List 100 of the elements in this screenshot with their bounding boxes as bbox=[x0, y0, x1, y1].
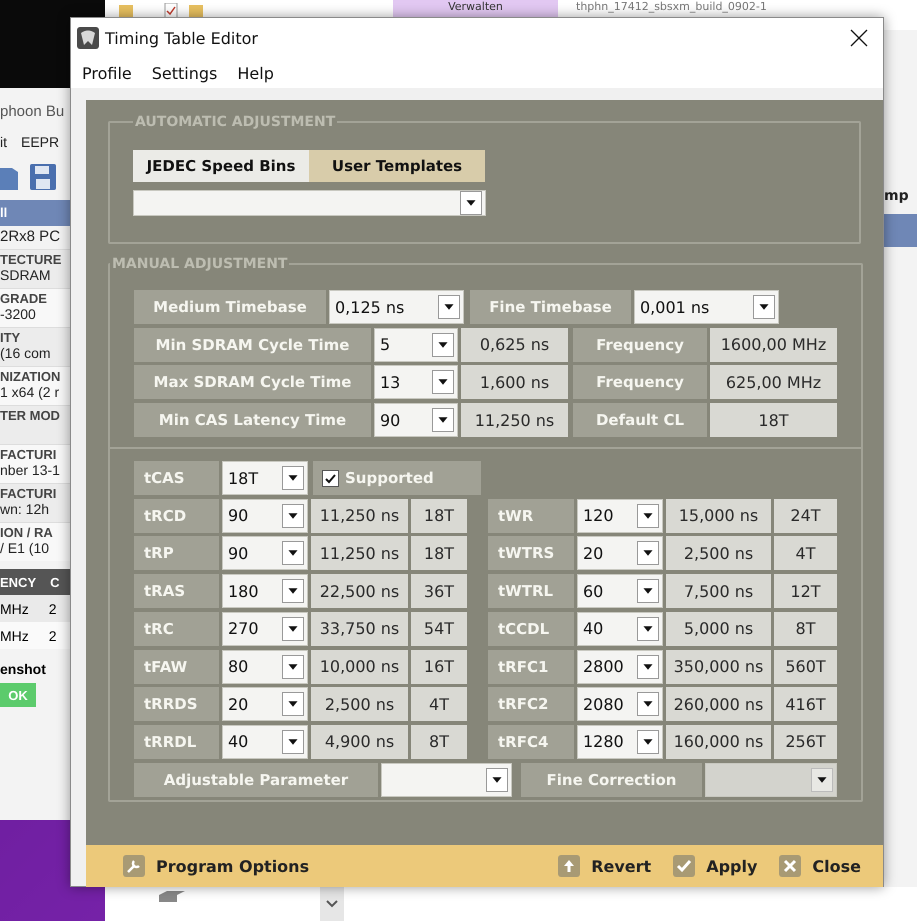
dropdown[interactable]: 2800 bbox=[577, 650, 663, 684]
value-display: 36T bbox=[411, 574, 467, 608]
value-display: 22,500 ns bbox=[311, 574, 408, 608]
field-value: -3200 bbox=[0, 306, 37, 324]
dropdown[interactable]: 40 bbox=[577, 612, 663, 646]
checkbox[interactable] bbox=[322, 470, 339, 487]
value-display: 2,500 ns bbox=[311, 687, 408, 722]
dropdown[interactable] bbox=[381, 762, 512, 797]
field-label: tRFC2 bbox=[488, 687, 574, 722]
window-title: thphn_17412_sbsxm_build_0902-1 bbox=[576, 0, 767, 14]
close-button[interactable]: Close bbox=[779, 855, 861, 877]
program-options-button[interactable]: Program Options bbox=[123, 855, 310, 877]
dropdown[interactable]: 80 bbox=[222, 650, 308, 684]
value-display: 256T bbox=[774, 724, 837, 759]
field-label: tRAS bbox=[134, 574, 219, 608]
field-label: tRFC1 bbox=[488, 650, 574, 684]
value-display: 11,250 ns bbox=[311, 536, 408, 570]
field-value: nber 13-1 bbox=[0, 462, 61, 480]
dropdown[interactable]: 0,001 ns bbox=[634, 290, 779, 324]
dropdown[interactable]: 2080 bbox=[577, 687, 663, 722]
field-label: tWTRL bbox=[488, 574, 574, 608]
menu-item[interactable]: it bbox=[0, 134, 7, 150]
value-display: 15,000 ns bbox=[666, 498, 771, 533]
value-display: 1,600 ns bbox=[461, 365, 568, 400]
value-display: 8T bbox=[411, 724, 467, 759]
value-display: 5,000 ns bbox=[666, 612, 771, 646]
dropdown[interactable]: 180 bbox=[222, 574, 308, 608]
field-label: tRFC4 bbox=[488, 724, 574, 759]
document-check-icon[interactable] bbox=[163, 3, 179, 19]
field-label: ION / RA bbox=[0, 525, 54, 540]
dropdown[interactable]: 20 bbox=[222, 687, 308, 722]
dropdown[interactable]: 90 bbox=[374, 403, 458, 438]
value-display: 625,00 MHz bbox=[710, 365, 837, 400]
field-label: tRCD bbox=[134, 498, 219, 533]
field-label: TER MOD bbox=[0, 408, 61, 423]
field-label: Min SDRAM Cycle Time bbox=[134, 328, 371, 362]
field-label: tRP bbox=[134, 536, 219, 570]
value-display: 4T bbox=[411, 687, 467, 722]
value-display: 560T bbox=[774, 650, 837, 684]
column-header: C bbox=[50, 574, 60, 590]
window-title: Timing Table Editor bbox=[105, 28, 259, 48]
dropdown[interactable]: 90 bbox=[222, 536, 308, 570]
field-label: Medium Timebase bbox=[134, 290, 326, 324]
tab[interactable]: JEDEC Speed Bins bbox=[133, 150, 309, 182]
value-display: 12T bbox=[774, 574, 837, 608]
close-icon bbox=[779, 855, 802, 877]
field-label: GRADE bbox=[0, 291, 48, 306]
app-icon bbox=[77, 27, 99, 49]
tab[interactable]: User Templates bbox=[309, 150, 485, 182]
dropdown[interactable]: 40 bbox=[222, 724, 308, 759]
value-display: 18T bbox=[411, 536, 467, 570]
field-label: tCAS bbox=[134, 461, 219, 496]
table-cell: MHz bbox=[0, 600, 29, 616]
save-icon[interactable] bbox=[30, 164, 56, 190]
menu-item[interactable]: Profile bbox=[82, 64, 132, 82]
field-label: Frequency bbox=[573, 328, 707, 362]
group-title: MANUAL ADJUSTMENT bbox=[111, 256, 288, 272]
value-display: 260,000 ns bbox=[666, 687, 771, 722]
field-label: FACTURI bbox=[0, 447, 58, 462]
field-label: tRRDL bbox=[134, 724, 219, 759]
menu-item[interactable]: EEPR bbox=[21, 134, 60, 150]
group-title: AUTOMATIC ADJUSTMENT bbox=[134, 114, 336, 130]
table-cell: 2 bbox=[48, 628, 57, 644]
wrench-icon bbox=[123, 855, 145, 877]
field-label: tCCDL bbox=[488, 612, 574, 646]
dropdown[interactable]: 5 bbox=[374, 328, 458, 362]
value-display: 7,500 ns bbox=[666, 574, 771, 608]
value-display: 18T bbox=[411, 498, 467, 533]
value-display: 10,000 ns bbox=[311, 650, 408, 684]
field-label: FACTURI bbox=[0, 486, 58, 501]
field-label: tFAW bbox=[134, 650, 219, 684]
dropdown[interactable]: 20 bbox=[577, 536, 663, 570]
field-label: tWR bbox=[488, 498, 574, 533]
value-display: 54T bbox=[411, 612, 467, 646]
tab[interactable]: ll bbox=[0, 200, 70, 226]
value-display: 160,000 ns bbox=[666, 724, 771, 759]
checkmark-icon bbox=[324, 472, 337, 485]
value-display: 8T bbox=[774, 612, 837, 646]
table-cell: MHz bbox=[0, 628, 29, 644]
dropdown[interactable]: 13 bbox=[374, 365, 458, 400]
dropdown[interactable]: 90 bbox=[222, 498, 308, 533]
revert-button[interactable]: Revert bbox=[558, 855, 652, 877]
apply-button[interactable]: Apply bbox=[673, 855, 758, 877]
value-display: 11,250 ns bbox=[461, 403, 568, 438]
dropdown[interactable]: 60 bbox=[577, 574, 663, 608]
value-display: 24T bbox=[774, 498, 837, 533]
chevron-down-icon[interactable] bbox=[325, 899, 339, 909]
dropdown[interactable]: 1280 bbox=[577, 724, 663, 759]
dropdown[interactable]: 18T bbox=[222, 461, 308, 496]
toolbar-label: mp bbox=[884, 188, 910, 204]
value-display: 11,250 ns bbox=[311, 498, 408, 533]
dropdown[interactable]: 0,125 ns bbox=[329, 290, 464, 324]
field-value: SDRAM bbox=[0, 267, 52, 285]
field-label: NIZATION bbox=[0, 369, 62, 384]
menu-item[interactable]: Help bbox=[237, 64, 274, 82]
column-header: ENCY bbox=[0, 574, 36, 590]
dropdown[interactable]: 120 bbox=[577, 498, 663, 533]
field-value: (16 com bbox=[0, 345, 52, 363]
dropdown[interactable]: 270 bbox=[222, 612, 308, 646]
menu-item[interactable]: Settings bbox=[152, 64, 218, 82]
